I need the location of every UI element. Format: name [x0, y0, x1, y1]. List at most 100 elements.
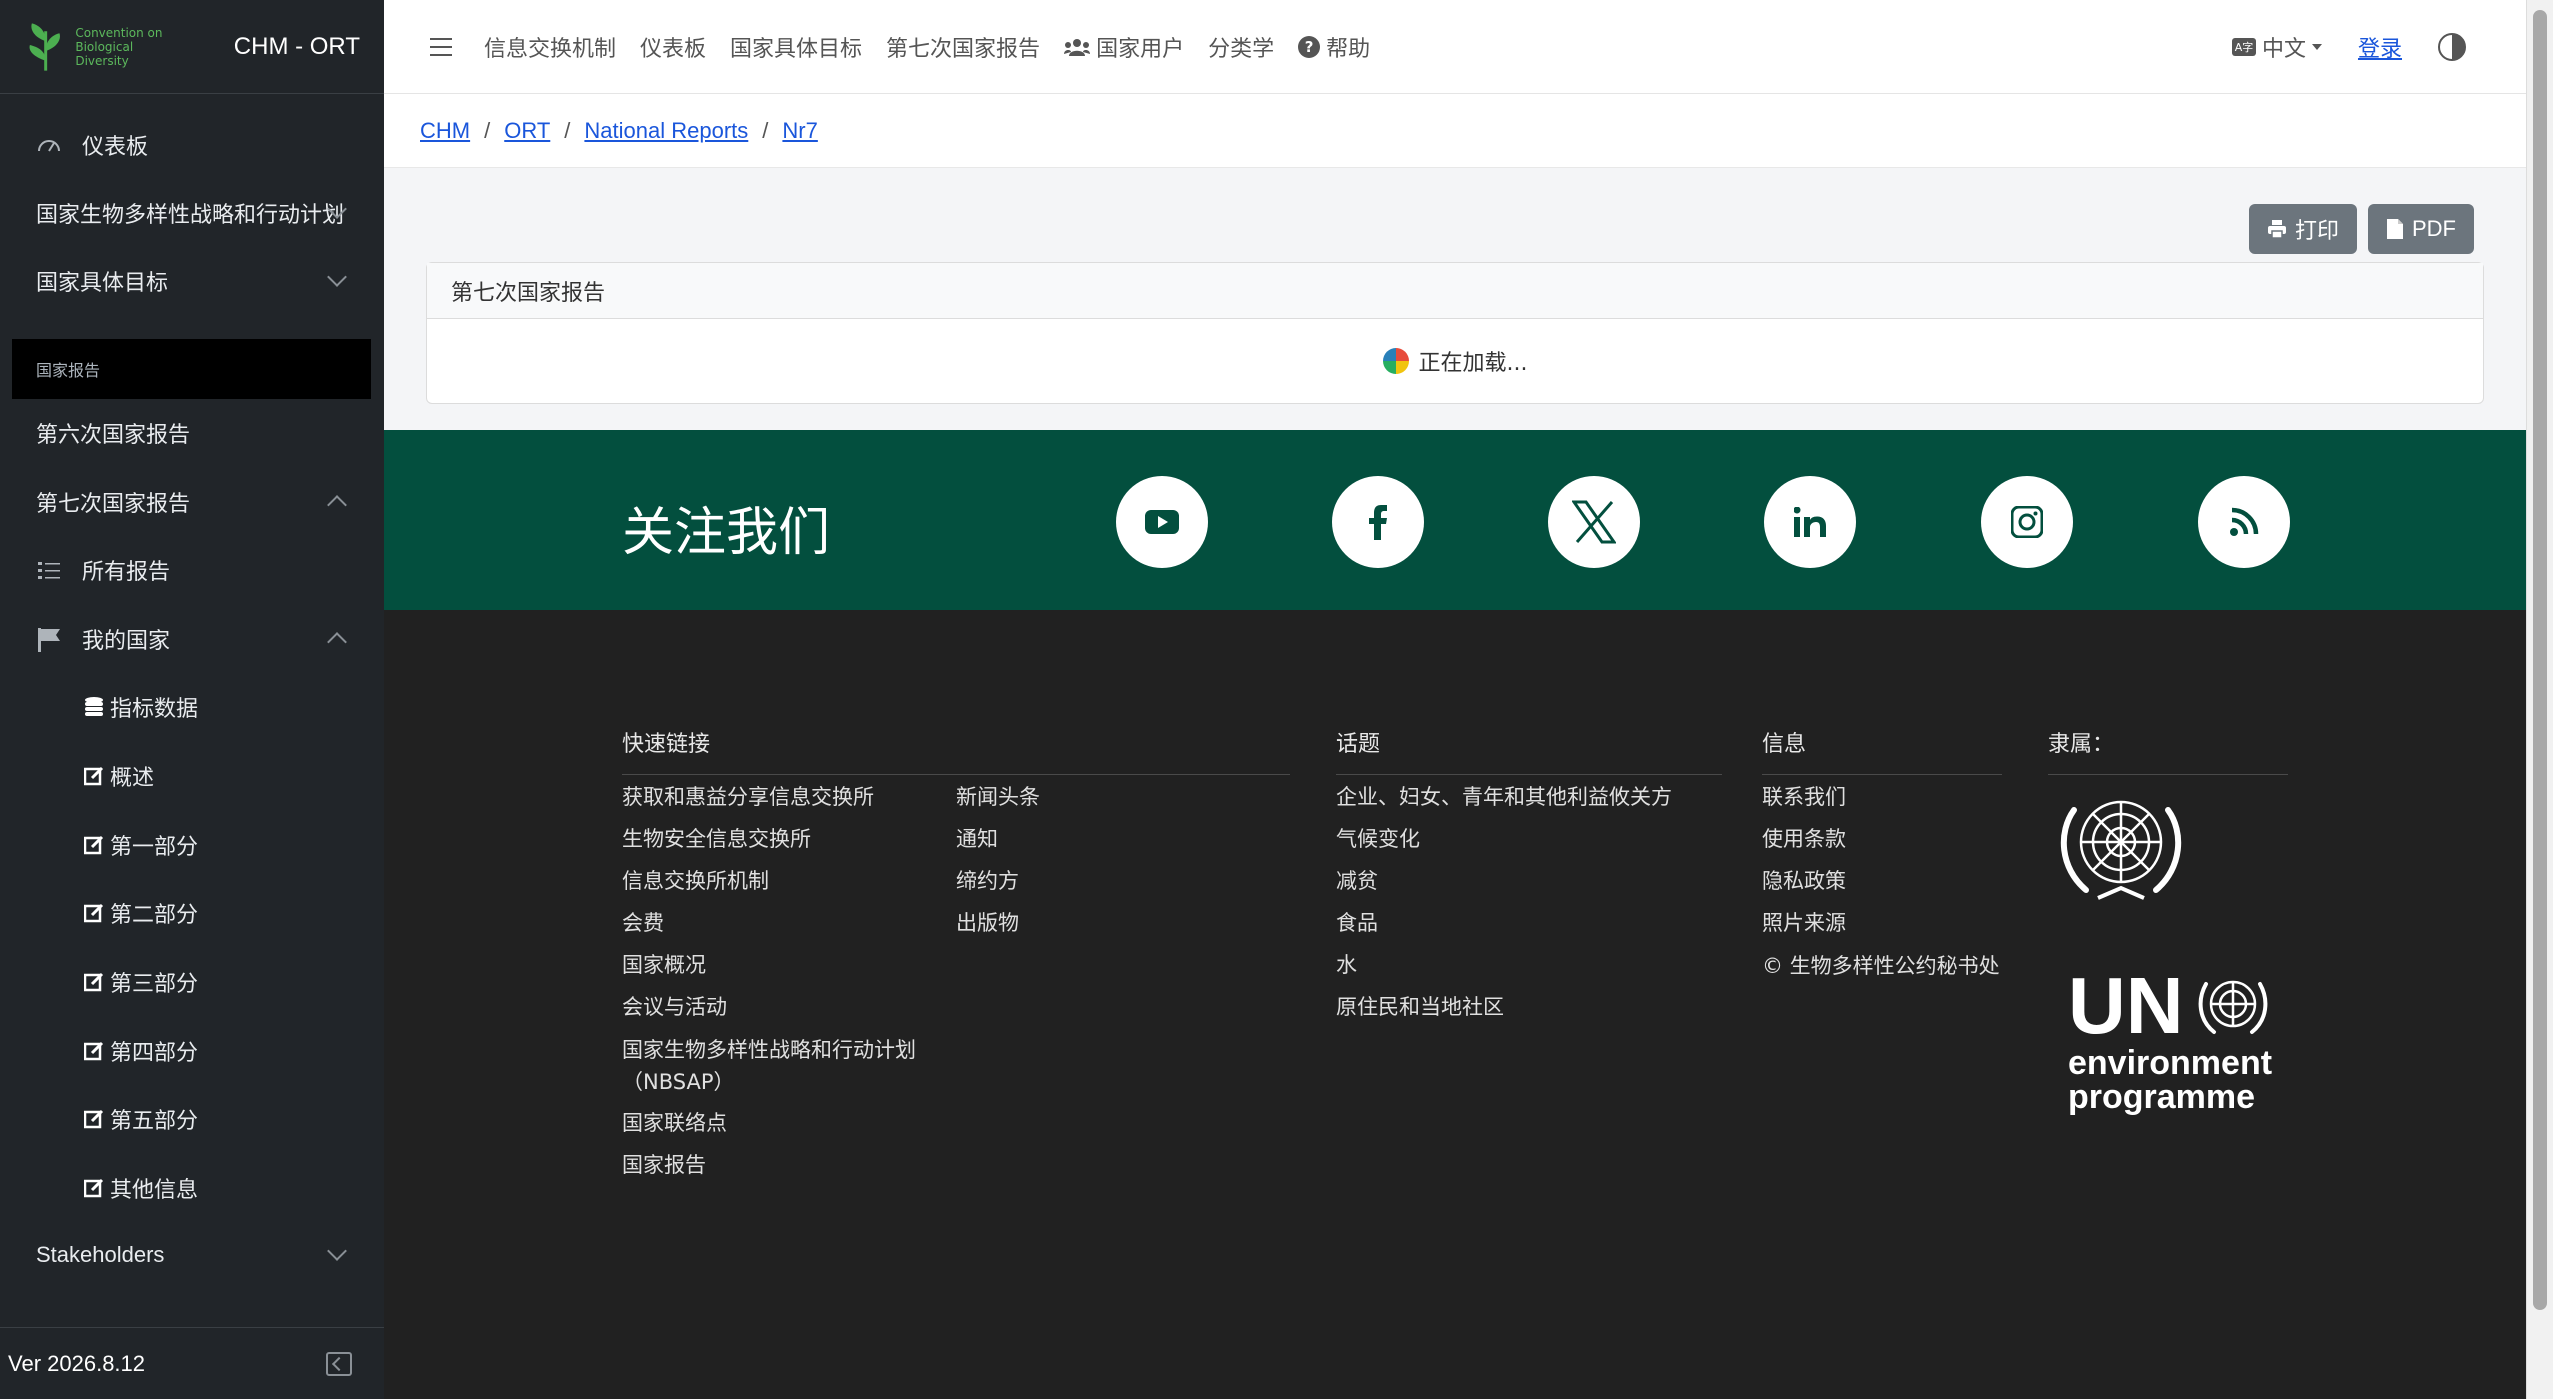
footer-link[interactable]: 联系我们 — [1762, 776, 2002, 818]
sidebar-item-part-2[interactable]: 第二部分 — [0, 888, 384, 938]
affiliation-title: 隶属： — [2048, 726, 2288, 775]
edit-icon — [84, 1040, 104, 1062]
x-icon[interactable] — [1548, 476, 1640, 568]
card-header: 第七次国家报告 — [427, 263, 2483, 319]
nav-nr7[interactable]: 第七次国家报告 — [886, 31, 1040, 63]
unep-un-text: UN — [2068, 961, 2184, 1050]
footer-link[interactable]: 获取和惠益分享信息交换所 — [622, 776, 942, 818]
footer-link[interactable]: 气候变化 — [1336, 818, 1722, 860]
footer-link[interactable]: 生物安全信息交换所 — [622, 818, 942, 860]
collapse-sidebar-icon[interactable] — [326, 1351, 352, 1376]
sidebar-item-other-info[interactable]: 其他信息 — [0, 1163, 384, 1213]
nav-national-users[interactable]: 国家用户 — [1064, 31, 1184, 63]
nav-chm[interactable]: 信息交换机制 — [484, 31, 616, 63]
footer-link[interactable]: 原住民和当地社区 — [1336, 986, 1722, 1028]
sidebar-item-label: 其他信息 — [110, 1178, 199, 1203]
nav-national-users-label: 国家用户 — [1096, 36, 1185, 62]
breadcrumb-separator: / — [564, 117, 571, 143]
footer-link[interactable]: 国家联络点 — [622, 1102, 942, 1144]
facebook-icon[interactable] — [1332, 476, 1424, 568]
print-label: 打印 — [2295, 219, 2340, 244]
card-title: 第七次国家报告 — [451, 280, 606, 306]
sidebar-item-label: 第五部分 — [110, 1109, 199, 1134]
list-icon — [36, 559, 62, 581]
sidebar-brand: Convention on Biological Diversity CHM -… — [0, 0, 384, 94]
top-nav: 信息交换机制 仪表板 国家具体目标 第七次国家报告 国家用户 分类学 ? 帮助 — [484, 31, 1370, 63]
footer-link[interactable]: 照片来源 — [1762, 902, 2002, 944]
topbar-right: A字 中文 登录 — [2231, 0, 2466, 94]
breadcrumb-ort[interactable]: ORT — [504, 118, 550, 144]
sidebar-item-indicator-data[interactable]: 指标数据 — [0, 682, 384, 732]
footer-link[interactable]: 通知 — [956, 818, 1156, 860]
sidebar-item-overview[interactable]: 概述 — [0, 751, 384, 801]
footer-link[interactable]: 会费 — [622, 902, 942, 944]
sidebar: Convention on Biological Diversity CHM -… — [0, 0, 384, 1399]
footer-link[interactable]: 隐私政策 — [1762, 860, 2002, 902]
login-link[interactable]: 登录 — [2358, 31, 2402, 63]
sidebar-item-my-country[interactable]: 我的国家 — [0, 614, 384, 664]
sidebar-item-part-5[interactable]: 第五部分 — [0, 1094, 384, 1144]
copyright-text: © 生物多样性公约秘书处 — [1762, 954, 2000, 978]
footer-link[interactable]: 信息交换所机制 — [622, 860, 942, 902]
chevron-down-icon — [327, 1241, 347, 1261]
pdf-button[interactable]: PDF — [2368, 204, 2474, 254]
footer-link[interactable]: 国家生物多样性战略和行动计划（NBSAP） — [622, 1028, 942, 1102]
sidebar-item-nr7[interactable]: 第七次国家报告 — [0, 477, 384, 527]
footer-link[interactable]: 新闻头条 — [956, 776, 1156, 818]
loading-spinner-icon — [1382, 348, 1409, 374]
page-scrollbar[interactable] — [2526, 0, 2553, 1399]
youtube-icon[interactable] — [1116, 476, 1208, 568]
dashboard-icon — [36, 134, 62, 156]
instagram-icon[interactable] — [1981, 476, 2073, 568]
sidebar-item-label: 第三部分 — [110, 972, 199, 997]
cbd-logo[interactable]: Convention on Biological Diversity — [24, 17, 164, 77]
sidebar-item-all-reports[interactable]: 所有报告 — [0, 545, 384, 595]
sidebar-item-dashboard[interactable]: 仪表板 — [0, 120, 384, 170]
sidebar-item-part-3[interactable]: 第三部分 — [0, 957, 384, 1007]
nav-help[interactable]: ? 帮助 — [1298, 31, 1370, 63]
rss-icon[interactable] — [2198, 476, 2290, 568]
scrollbar-thumb[interactable] — [2533, 10, 2547, 1310]
sidebar-item-label: 国家生物多样性战略和行动计划 — [36, 203, 345, 228]
breadcrumb-chm[interactable]: CHM — [420, 118, 470, 144]
footer-link[interactable]: 水 — [1336, 944, 1722, 986]
flag-icon — [36, 628, 62, 652]
breadcrumb-nr7[interactable]: Nr7 — [782, 118, 817, 144]
sidebar-item-stakeholders[interactable]: Stakeholders — [0, 1230, 384, 1280]
sidebar-item-part-1[interactable]: 第一部分 — [0, 820, 384, 870]
breadcrumb-national-reports[interactable]: National Reports — [584, 118, 748, 144]
sidebar-item-label: 我的国家 — [82, 629, 171, 654]
linkedin-icon[interactable] — [1764, 476, 1856, 568]
footer-link[interactable]: 出版物 — [956, 902, 1156, 944]
un-emblem-logo[interactable] — [2048, 786, 2194, 908]
footer-link[interactable]: 使用条款 — [1762, 818, 2002, 860]
sidebar-item-label: 第一部分 — [110, 835, 199, 860]
edit-icon — [84, 834, 104, 856]
sidebar-item-nr6[interactable]: 第六次国家报告 — [0, 408, 384, 458]
nav-taxonomy[interactable]: 分类学 — [1208, 31, 1274, 63]
print-button[interactable]: 打印 — [2249, 204, 2358, 254]
theme-toggle-icon[interactable] — [2438, 33, 2466, 61]
footer-link[interactable]: 缔约方 — [956, 860, 1156, 902]
edit-icon — [84, 971, 104, 993]
footer-link[interactable]: 企业、妇女、青年和其他利益攸关方 — [1336, 776, 1722, 818]
nav-dashboard[interactable]: 仪表板 — [640, 31, 706, 63]
footer-link[interactable]: 国家概况 — [622, 944, 942, 986]
language-selector[interactable]: A字 中文 — [2231, 31, 2322, 63]
sidebar-item-nbsap[interactable]: 国家生物多样性战略和行动计划 — [0, 188, 384, 238]
loading-text: 正在加载... — [1418, 351, 1528, 376]
sidebar-item-national-targets[interactable]: 国家具体目标 — [0, 256, 384, 306]
sidebar-item-label: 第二部分 — [110, 903, 199, 928]
footer-link[interactable]: 减贫 — [1336, 860, 1722, 902]
quick-links-list-2: 新闻头条 通知 缔约方 出版物 — [956, 776, 1156, 944]
unep-line-1: environment — [2068, 1044, 2273, 1082]
nav-national-targets[interactable]: 国家具体目标 — [730, 31, 862, 63]
footer-link[interactable]: 会议与活动 — [622, 986, 942, 1028]
sidebar-footer: Ver 2026.8.12 — [0, 1327, 384, 1399]
hamburger-menu-icon[interactable] — [430, 37, 452, 56]
topics-list: 企业、妇女、青年和其他利益攸关方 气候变化 减贫 食品 水 原住民和当地社区 — [1336, 776, 1722, 1028]
unep-logo[interactable]: UN environment programme — [2068, 961, 2273, 1115]
footer-link[interactable]: 国家报告 — [622, 1144, 942, 1186]
sidebar-item-part-4[interactable]: 第四部分 — [0, 1026, 384, 1076]
footer-link[interactable]: 食品 — [1336, 902, 1722, 944]
